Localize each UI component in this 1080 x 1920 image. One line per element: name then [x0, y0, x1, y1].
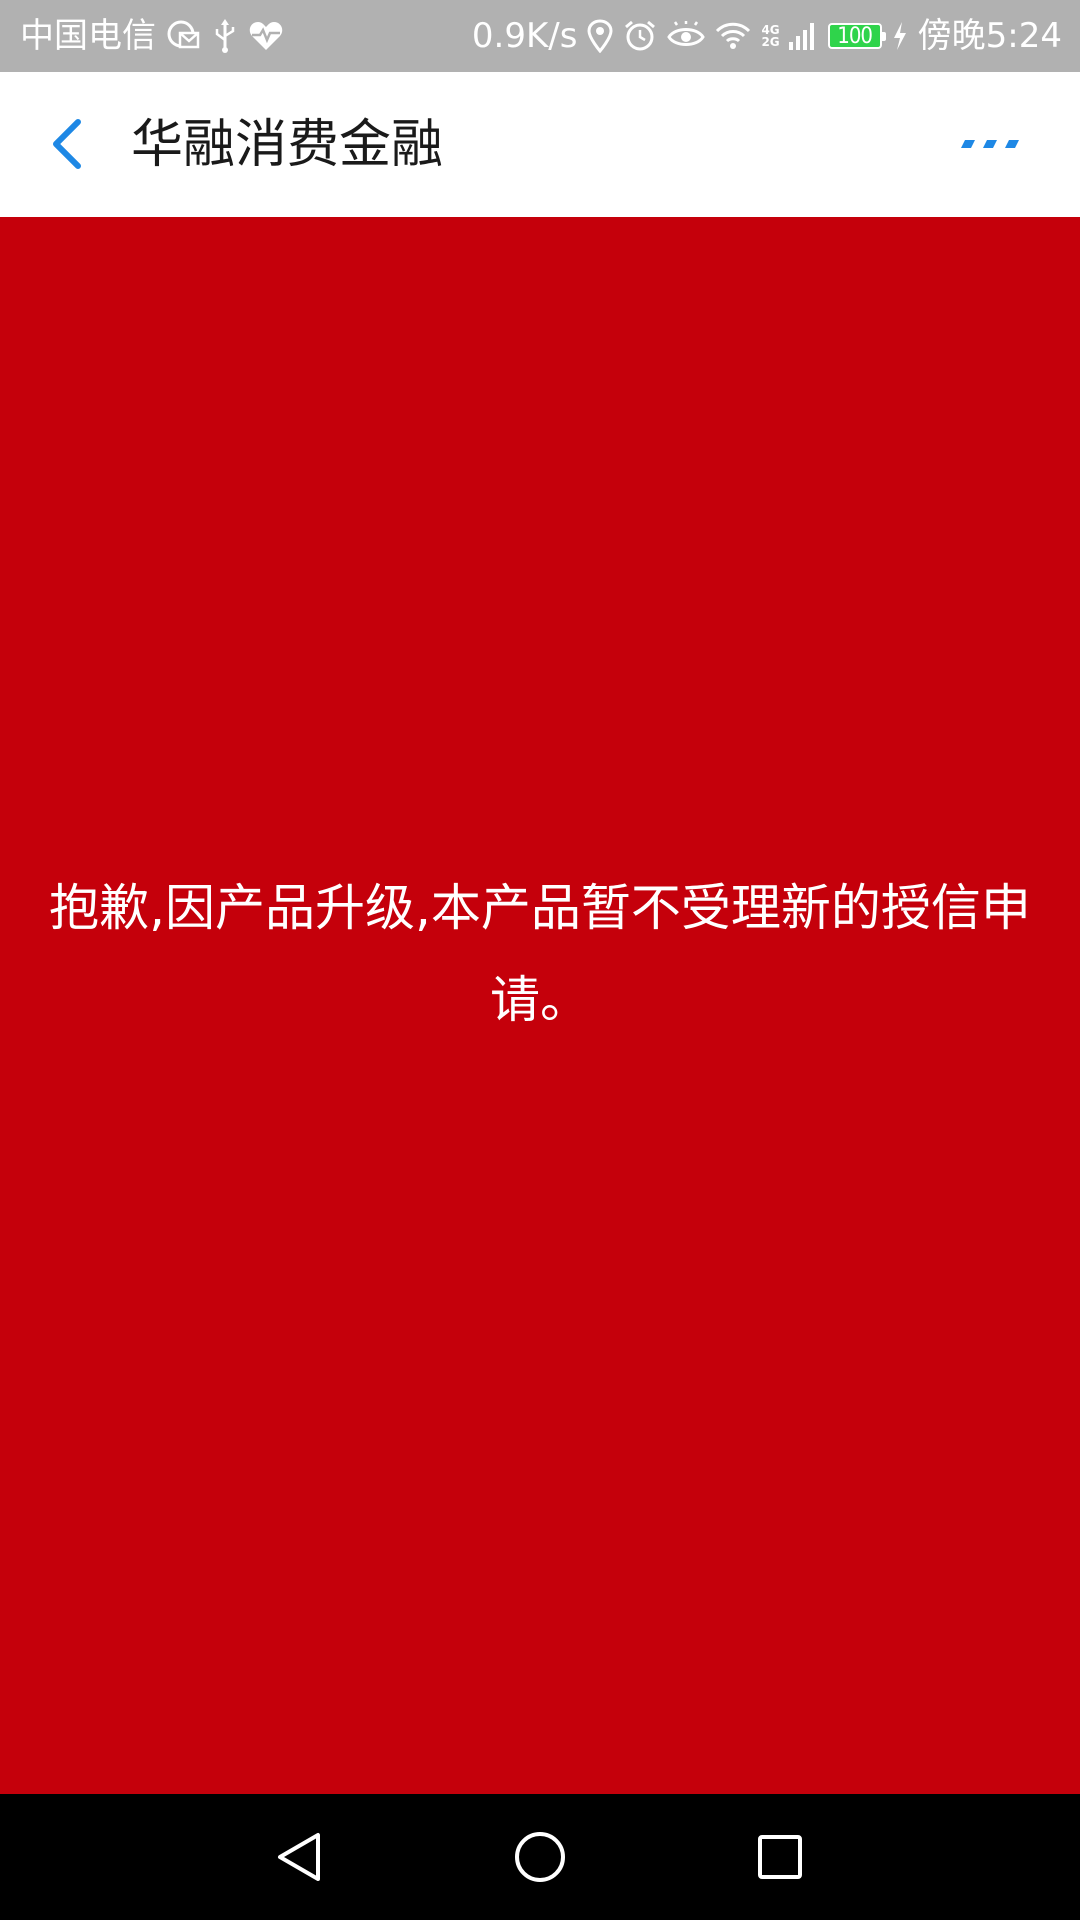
alarm-icon: [623, 16, 657, 56]
app-bar: 华融消费金融: [0, 72, 1080, 217]
clock-time: 傍晚5:24: [917, 16, 1062, 56]
more-button[interactable]: [952, 112, 1032, 176]
usb-icon: [212, 16, 238, 56]
network-type-badge: 4G 2G: [761, 16, 779, 56]
battery-icon: 100: [827, 23, 886, 49]
nav-home-icon: [515, 1832, 565, 1882]
nav-recent-button[interactable]: [745, 1822, 815, 1892]
navigation-bar: [0, 1794, 1080, 1920]
more-icon: [961, 140, 1019, 148]
carrier-name: 中国电信: [20, 16, 156, 56]
back-button[interactable]: [36, 108, 96, 180]
status-left: 中国电信: [20, 0, 284, 72]
location-icon: [587, 16, 613, 56]
heart-rate-icon: [248, 16, 284, 56]
nav-recent-icon: [758, 1835, 802, 1879]
eye-care-icon: [667, 16, 706, 56]
nav-home-button[interactable]: [505, 1822, 575, 1892]
page-title: 华融消费金融: [131, 115, 444, 175]
charging-icon: [892, 16, 908, 56]
status-bar: 中国电信 0.9K/s 4G 2G 100 傍晚5:24: [0, 0, 1080, 72]
battery-level: 100: [837, 23, 873, 49]
network-speed: 0.9K/s: [471, 16, 578, 56]
sim-message-icon: [166, 16, 202, 56]
chevron-left-icon: [53, 119, 81, 169]
wifi-icon: [715, 16, 751, 56]
network-type-bottom: 2G: [761, 35, 780, 49]
status-right: 0.9K/s 4G 2G 100 傍晚5:24: [472, 0, 1062, 72]
main-content: 抱歉,因产品升级,本产品暂不受理新的授信申请。: [0, 217, 1080, 1794]
screen: 中国电信 0.9K/s 4G 2G 100 傍晚5:24 华融消费金融 抱歉,因…: [0, 0, 1080, 1920]
notice-message: 抱歉,因产品升级,本产品暂不受理新的授信申请。: [49, 879, 1031, 1029]
nav-back-button[interactable]: [265, 1822, 335, 1892]
nav-back-icon: [278, 1833, 320, 1881]
cellular-signal-icon: [788, 16, 818, 56]
